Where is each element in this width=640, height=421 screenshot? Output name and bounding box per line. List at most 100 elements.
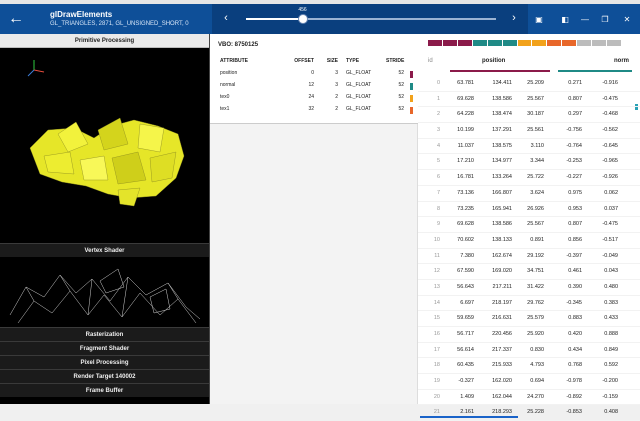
normal-y: -0.200 [602, 378, 618, 385]
attribute-stride: 52 [398, 70, 404, 76]
header-size: SIZE [326, 58, 338, 64]
position-x: 70.602 [457, 236, 474, 243]
normal-x: -0.345 [566, 299, 582, 306]
minimize-icon: — [581, 14, 589, 24]
vertex-row[interactable]: 3 10.199 137.291 25.561 -0.756 -0.562 [418, 123, 640, 139]
app-window: ← glDrawElements GL_TRIANGLES, 2871, GL_… [0, 4, 640, 421]
position-y: 134.411 [492, 80, 512, 86]
vertex-shader-preview[interactable] [0, 257, 209, 327]
vertex-row[interactable]: 16 56.717 220.456 25.920 0.420 0.888 [418, 327, 640, 343]
normal-y: -0.926 [602, 174, 618, 181]
position-z: 25.228 [527, 409, 544, 416]
wireframe-preview [9, 268, 201, 324]
vbo-title: VBO: 8750125 [218, 42, 259, 48]
header-type: TYPE [346, 58, 360, 64]
scrubber-thumb[interactable] [297, 14, 308, 24]
attribute-row[interactable]: position 0 3 GL_FLOAT 52 [218, 70, 416, 82]
normal-x: 0.883 [568, 315, 582, 322]
position-x: 73.136 [457, 189, 474, 196]
vertex-id: 0 [436, 80, 440, 86]
next-call-button[interactable]: › [508, 11, 520, 25]
call-arguments: GL_TRIANGLES, 2871, GL_UNSIGNED_SHORT, 0 [50, 21, 189, 27]
normal-x: 0.461 [568, 268, 582, 275]
arrow-left-icon: ← [8, 10, 24, 27]
position-z: 26.926 [527, 205, 544, 212]
normal-x: 0.807 [568, 221, 582, 228]
vertex-row[interactable]: 0 63.781 134.411 25.209 0.271 -0.916 [418, 76, 640, 92]
attribute-color-swatch [410, 83, 413, 90]
vertex-row[interactable]: 14 6.697 218.197 29.762 -0.345 0.383 [418, 296, 640, 312]
vertex-row[interactable]: 1 69.628 138.586 25.567 0.807 -0.475 [418, 92, 640, 108]
vertex-row[interactable]: 21 2.161 218.293 25.228 -0.853 0.408 [418, 405, 640, 421]
vertex-id: 6 [436, 174, 440, 181]
position-x: 63.781 [457, 80, 474, 86]
stage-pixel-processing[interactable]: Pixel Processing [0, 355, 209, 369]
back-button[interactable]: ← [6, 10, 26, 28]
vertex-row[interactable]: 5 17.210 134.977 3.344 -0.253 -0.965 [418, 154, 640, 171]
vertex-row[interactable]: 9 69.628 138.586 25.567 0.807 -0.475 [418, 217, 640, 233]
stride-segment [502, 40, 518, 46]
vertex-row[interactable]: 12 67.590 169.020 34.751 0.461 0.043 [418, 264, 640, 280]
close-button[interactable]: ✕ [620, 12, 634, 26]
vbo-layout-panel: VBO: 8750125 ATTRIBUTE OFFSET SIZE TYPE … [210, 34, 418, 124]
snap-layout-button[interactable]: ◧ [558, 12, 572, 26]
position-z: 29.762 [527, 299, 544, 306]
position-y: 137.291 [492, 127, 512, 134]
restore-button[interactable]: ❐ [598, 12, 612, 26]
header-stride: STRIDE [386, 58, 405, 64]
previous-call-button[interactable]: ‹ [220, 11, 232, 25]
vertex-row[interactable]: 4 11.037 138.575 3.110 -0.764 -0.645 [418, 139, 640, 155]
attribute-stride: 52 [398, 94, 404, 100]
vertex-row[interactable]: 18 60.435 215.933 4.793 0.768 0.592 [418, 358, 640, 375]
normal-x: 0.390 [568, 283, 582, 290]
vertex-row[interactable]: 13 56.643 217.211 31.422 0.390 0.480 [418, 280, 640, 296]
stage-vertex-shader[interactable]: Vertex Shader [0, 243, 209, 257]
vertex-row[interactable]: 17 56.614 217.337 0.830 0.434 0.849 [418, 343, 640, 359]
position-y: 218.293 [492, 409, 512, 416]
stride-segment [592, 40, 608, 46]
position-x: 56.643 [457, 283, 474, 290]
vertex-id: 8 [436, 205, 440, 212]
normal-x: 0.420 [568, 331, 582, 337]
vertex-row[interactable]: 15 59.659 216.631 25.579 0.883 0.433 [418, 311, 640, 327]
minimize-button[interactable]: — [578, 12, 592, 26]
position-z: 25.567 [527, 95, 544, 102]
vertex-row[interactable]: 7 73.136 166.807 3.624 0.975 0.062 [418, 186, 640, 202]
position-y: 162.020 [492, 378, 512, 385]
normal-x: 0.434 [568, 346, 582, 353]
stage-primitive-processing[interactable]: Primitive Processing [0, 34, 209, 48]
vertex-id: 9 [436, 221, 440, 228]
stage-render-target[interactable]: Render Target 140002 [0, 369, 209, 383]
vertex-id: 1 [436, 95, 440, 102]
position-column-rule [450, 70, 550, 72]
position-x: 64.228 [457, 111, 474, 118]
info-panel-button[interactable]: ▣ [533, 13, 545, 25]
normal-y: -0.049 [602, 252, 618, 259]
position-y: 220.456 [492, 331, 512, 337]
position-z: 0.830 [530, 346, 544, 353]
stage-fragment-shader[interactable]: Fragment Shader [0, 341, 209, 355]
normal-y: -0.159 [602, 393, 618, 400]
vertex-row[interactable]: 11 7.380 162.674 29.192 -0.397 -0.049 [418, 249, 640, 265]
stage-rasterization[interactable]: Rasterization [0, 327, 209, 341]
vertex-row[interactable]: 10 70.602 138.133 0.891 0.856 -0.517 [418, 233, 640, 249]
attribute-row[interactable]: tex0 24 2 GL_FLOAT 52 [218, 94, 416, 106]
position-z: 24.270 [527, 393, 544, 400]
attribute-row[interactable]: tex1 32 2 GL_FLOAT 52 [218, 106, 416, 118]
vertex-id: 19 [433, 378, 440, 385]
primitive-preview-viewport[interactable] [0, 48, 209, 243]
stride-segment [472, 40, 488, 46]
stage-frame-buffer[interactable]: Frame Buffer [0, 383, 209, 397]
vertex-row[interactable]: 6 16.781 133.264 25.722 -0.227 -0.926 [418, 170, 640, 186]
vertex-row[interactable]: 20 1.409 162.044 24.270 -0.892 -0.159 [418, 390, 640, 406]
vertex-row[interactable]: 19 -0.327 162.020 0.694 -0.978 -0.200 [418, 374, 640, 390]
pipeline-pane: Primitive Processing Vertex Shader Raste… [0, 34, 210, 404]
vertex-row[interactable]: 8 73.235 165.941 26.926 0.953 0.037 [418, 202, 640, 218]
mesh-preview [27, 60, 185, 207]
axis-gizmo-icon [27, 60, 45, 77]
normal-y: -0.916 [602, 80, 618, 86]
vertex-row[interactable]: 2 64.228 138.474 30.187 0.297 -0.468 [418, 107, 640, 124]
position-z: 25.722 [527, 174, 544, 181]
normal-x: 0.271 [568, 80, 582, 86]
attribute-row[interactable]: normal 12 3 GL_FLOAT 52 [218, 82, 416, 94]
